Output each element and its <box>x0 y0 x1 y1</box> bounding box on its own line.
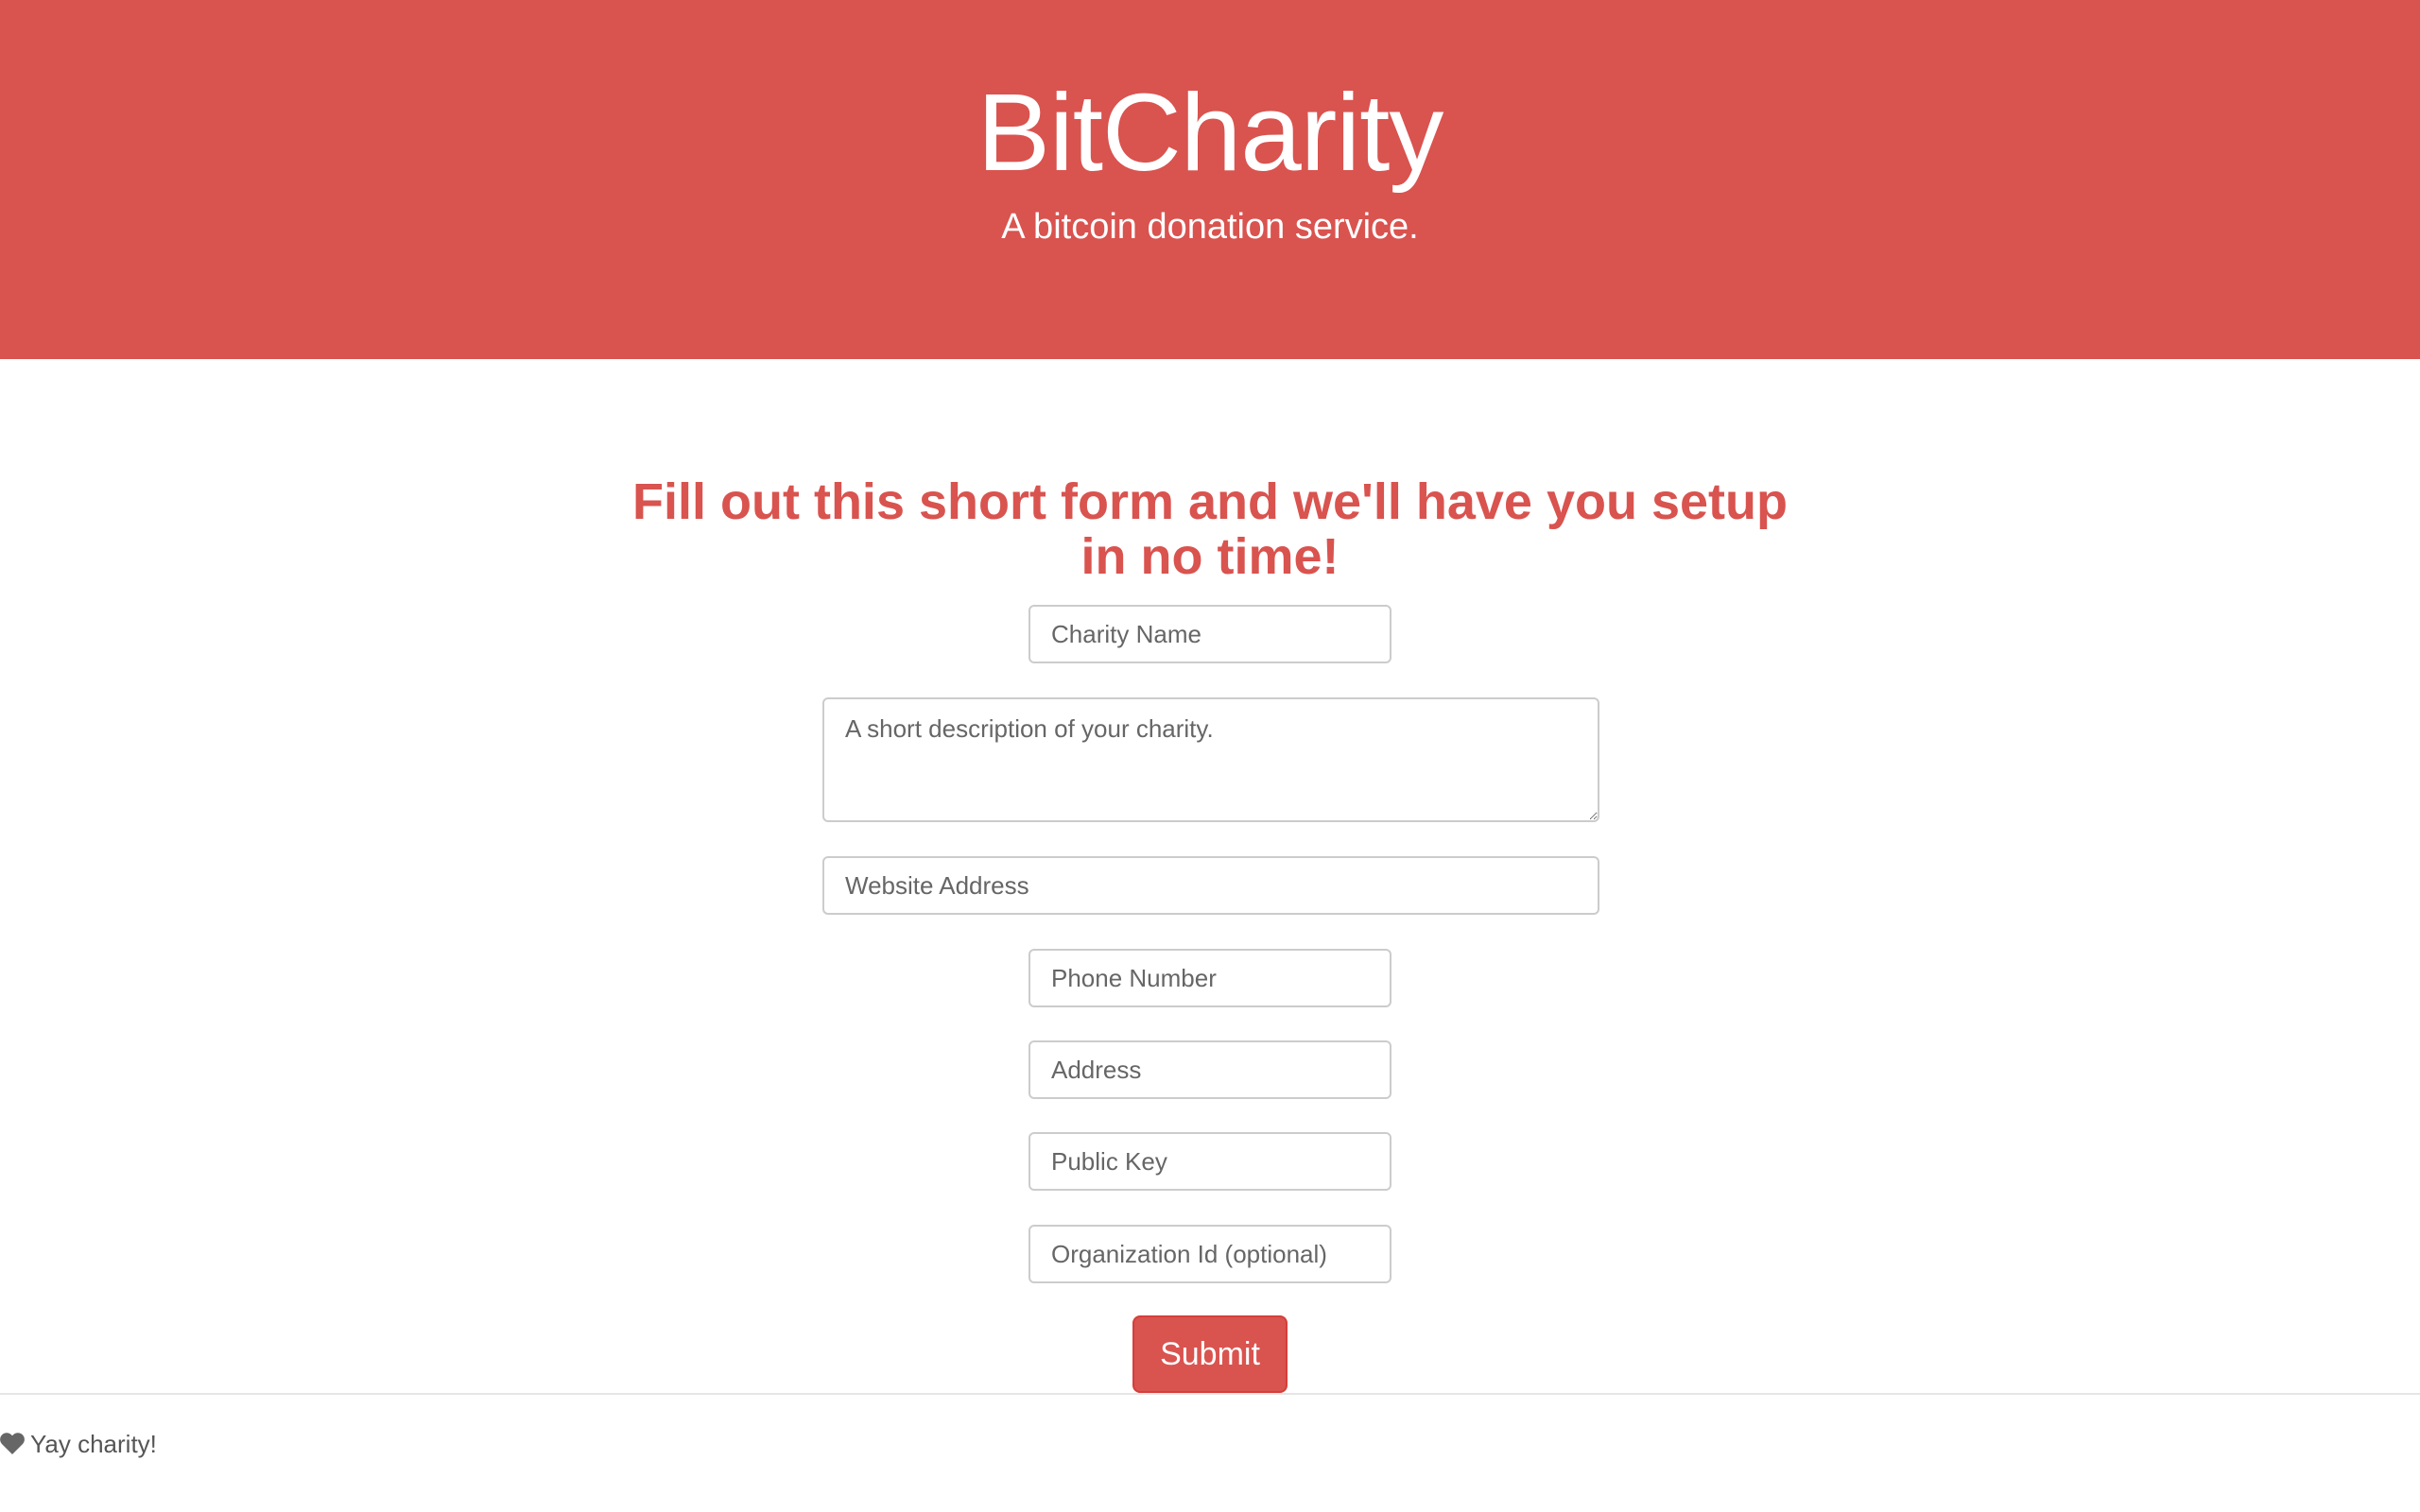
site-tagline: A bitcoin donation service. <box>1001 207 1419 247</box>
phone-number-input[interactable] <box>1028 949 1392 1007</box>
charity-name-input[interactable] <box>1028 605 1392 663</box>
footer-divider <box>0 1393 2420 1395</box>
form-heading: Fill out this short form and we'll have … <box>632 473 1788 585</box>
organization-id-input[interactable] <box>1028 1225 1392 1283</box>
description-textarea[interactable] <box>822 697 1599 822</box>
address-input[interactable] <box>1028 1040 1392 1099</box>
site-title: BitCharity <box>977 71 1444 194</box>
hero-banner: BitCharity A bitcoin donation service. <box>0 0 2420 359</box>
public-key-input[interactable] <box>1028 1132 1392 1191</box>
footer: Yay charity! <box>0 1427 157 1461</box>
submit-button[interactable]: Submit <box>1132 1315 1288 1393</box>
footer-text: Yay charity! <box>30 1429 157 1458</box>
website-address-input[interactable] <box>822 856 1599 915</box>
heart-icon <box>0 1433 25 1455</box>
